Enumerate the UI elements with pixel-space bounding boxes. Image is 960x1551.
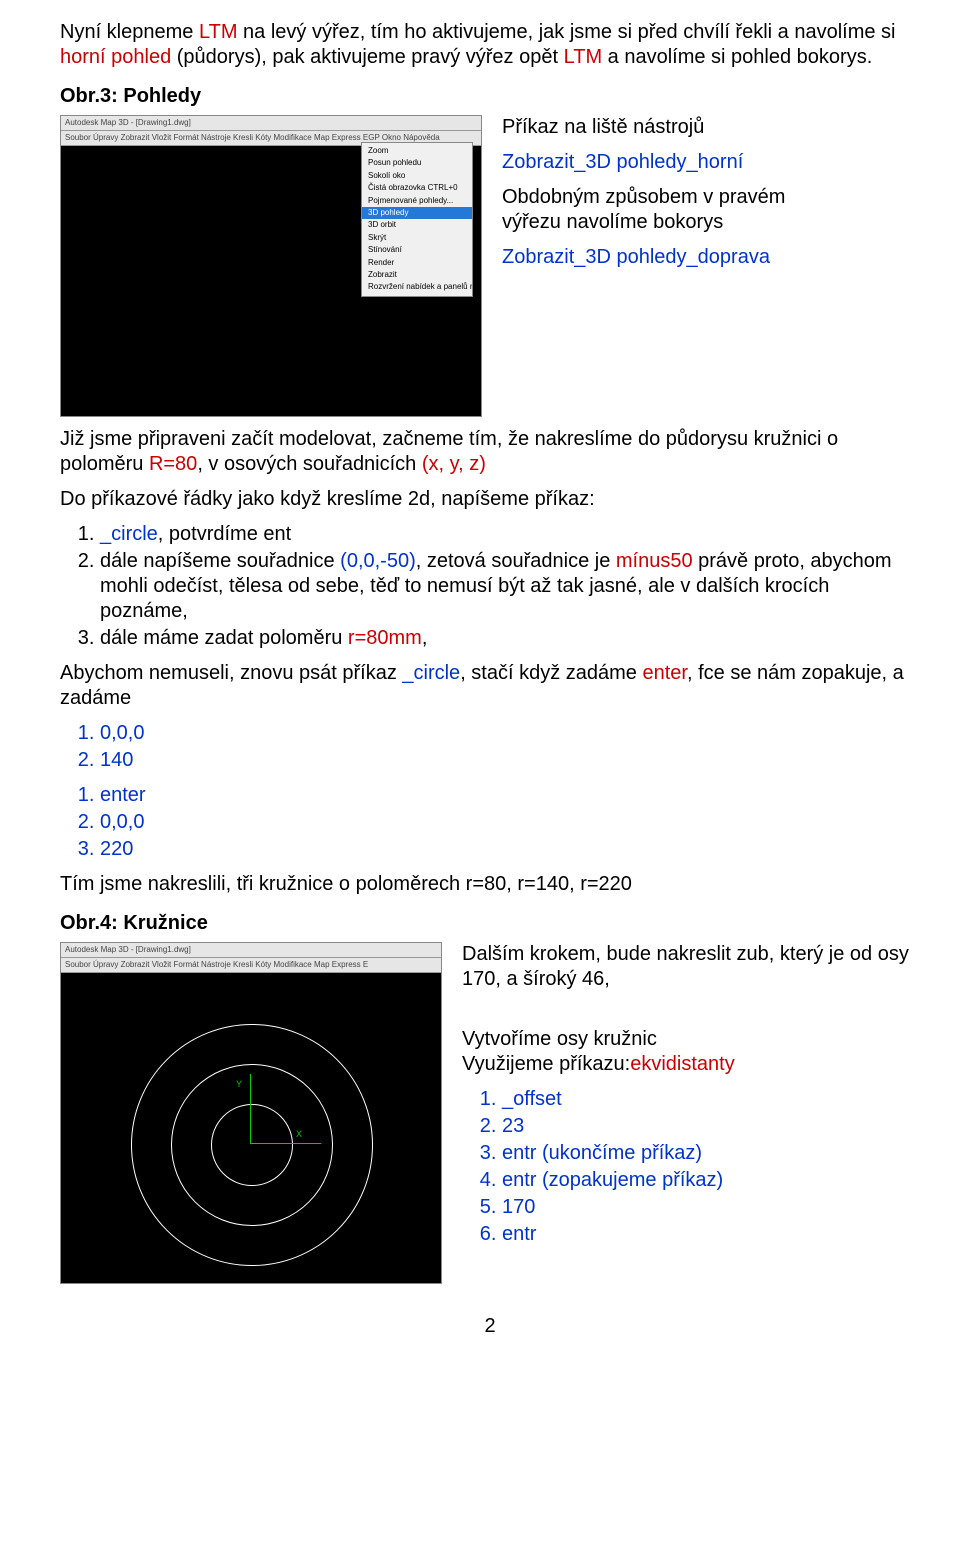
obr3-cmd2: Zobrazit_3D pohledy_doprava (502, 245, 920, 270)
model-p1: Již jsme připraveni začít modelovat, zač… (60, 427, 920, 477)
obr3-heading: Obr.3: Pohledy (60, 84, 920, 109)
listB-2: 220 (100, 837, 920, 862)
listA-1: 140 (100, 748, 920, 773)
listA-0: 0,0,0 (100, 721, 920, 746)
obr4-li2: 23 (502, 1114, 920, 1139)
obr4-li4: entr (zopakujeme příkaz) (502, 1168, 920, 1193)
step-2: dále napíšeme souřadnice (0,0,-50), zeto… (100, 549, 920, 624)
repeat-list-b: enter 0,0,0 220 (100, 783, 920, 862)
obr4-row: Autodesk Map 3D - [Drawing1.dwg] Soubor … (60, 942, 920, 1284)
axis-x (251, 1143, 321, 1144)
obr4-li1: _offset (502, 1087, 920, 1112)
repeat-para: Abychom nemuseli, znovu psát příkaz _cir… (60, 661, 920, 711)
axis-y (250, 1074, 251, 1144)
window-titlebar: Autodesk Map 3D - [Drawing1.dwg] (61, 116, 481, 131)
obr3-row: Autodesk Map 3D - [Drawing1.dwg] Soubor … (60, 115, 920, 417)
obr4-steps: _offset 23 entr (ukončíme příkaz) entr (… (502, 1087, 920, 1247)
obr4-p1: Dalším krokem, bude nakreslit zub, který… (462, 942, 920, 992)
listB-0: enter (100, 783, 920, 808)
zobrazit-menu: Zoom Posun pohledu Sokolí oko Čistá obra… (361, 142, 473, 297)
obr4-titlebar: Autodesk Map 3D - [Drawing1.dwg] (61, 943, 441, 958)
axis-x-label: X (296, 1129, 302, 1140)
listB-1: 0,0,0 (100, 810, 920, 835)
obr4-li6: entr (502, 1222, 920, 1247)
obr3-line2: Obdobným způsobem v pravém výřezu navolí… (502, 185, 920, 235)
repeat-list-a: 0,0,0 140 (100, 721, 920, 773)
obr4-viewport: X Y (61, 973, 441, 1283)
step-1: _circle, potvrdíme ent (100, 522, 920, 547)
obr4-menubar: Soubor Úpravy Zobrazit Vložit Formát Nás… (61, 958, 441, 973)
obr3-text: Příkaz na liště nástrojů Zobrazit_3D poh… (502, 115, 920, 280)
obr4-li5: 170 (502, 1195, 920, 1220)
screenshot-obr3: Autodesk Map 3D - [Drawing1.dwg] Soubor … (60, 115, 482, 417)
model-p2: Do příkazové řádky jako když kreslíme 2d… (60, 487, 920, 512)
obr4-heading: Obr.4: Kružnice (60, 911, 920, 936)
circle-r80 (211, 1104, 293, 1186)
obr4-text: Dalším krokem, bude nakreslit zub, který… (462, 942, 920, 1257)
obr3-line1: Příkaz na liště nástrojů (502, 115, 920, 140)
intro-paragraph: Nyní klepneme LTM na levý výřez, tím ho … (60, 20, 920, 70)
obr4-p3: Využijeme příkazu:ekvidistanty (462, 1052, 920, 1077)
obr4-p2: Vytvoříme osy kružnic (462, 1027, 920, 1052)
obr3-cmd1: Zobrazit_3D pohledy_horní (502, 150, 920, 175)
summary: Tím jsme nakreslili, tři kružnice o polo… (60, 872, 920, 897)
axis-y-label: Y (236, 1079, 242, 1090)
screenshot-obr4: Autodesk Map 3D - [Drawing1.dwg] Soubor … (60, 942, 442, 1284)
page-number: 2 (60, 1314, 920, 1339)
obr4-li3: entr (ukončíme příkaz) (502, 1141, 920, 1166)
circles-drawing: X Y (69, 1013, 433, 1275)
model-steps: _circle, potvrdíme ent dále napíšeme sou… (100, 522, 920, 651)
step-3: dále máme zadat poloměru r=80mm, (100, 626, 920, 651)
